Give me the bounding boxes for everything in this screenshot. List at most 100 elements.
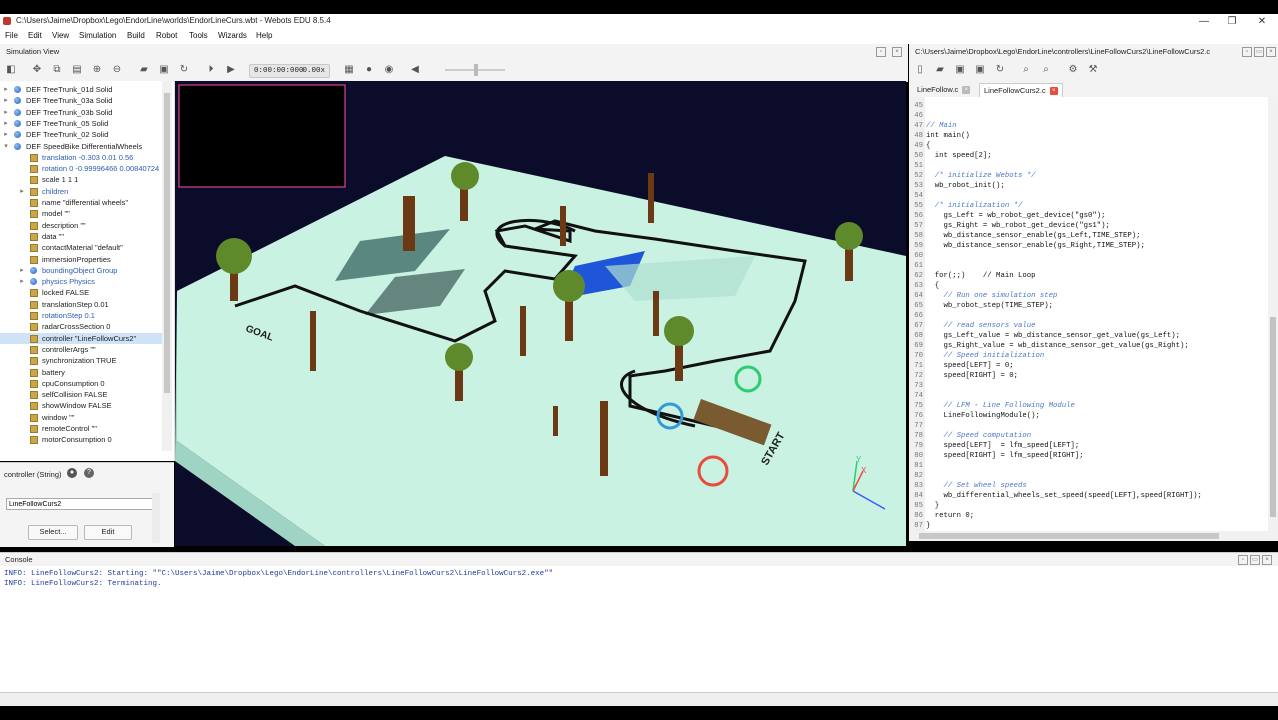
code-line[interactable]: 45 — [909, 101, 1269, 111]
code-line[interactable]: 72 speed[RIGHT] = 0; — [909, 371, 1269, 381]
code-line[interactable]: 71 speed[LEFT] = 0; — [909, 361, 1269, 371]
tree-item[interactable]: remoteControl "" — [0, 423, 170, 434]
code-line[interactable]: 60 — [909, 251, 1269, 261]
volume-slider-handle[interactable] — [474, 64, 478, 76]
maximize-button[interactable]: ❐ — [1220, 14, 1244, 29]
tree-item[interactable]: controller "LineFollowCurs2" — [0, 332, 170, 344]
code-line[interactable]: 65 wb_robot_step(TIME_STEP); — [909, 301, 1269, 311]
select-controller-button[interactable]: Select... — [28, 525, 78, 540]
code-line[interactable]: 74 — [909, 391, 1269, 401]
code-line[interactable]: 46 — [909, 111, 1269, 121]
new-file-icon[interactable]: ▯ — [913, 63, 927, 77]
tab-linefollow[interactable]: LineFollow.c × — [913, 83, 974, 96]
tree-item[interactable]: selfCollision FALSE — [0, 389, 170, 400]
code-line[interactable]: 68 gs_Left_value = wb_distance_sensor_ge… — [909, 331, 1269, 341]
code-line[interactable]: 76 LineFollowingModule(); — [909, 411, 1269, 421]
scene-tree-scroll-thumb[interactable] — [164, 93, 170, 393]
tree-item[interactable]: radarCrossSection 0 — [0, 321, 170, 332]
code-line[interactable]: 80 speed[RIGHT] = lfm_speed[RIGHT]; — [909, 451, 1269, 461]
tree-item[interactable]: data "" — [0, 231, 170, 242]
code-line[interactable]: 51 — [909, 161, 1269, 171]
editor-float-icon[interactable]: ▫ — [1242, 47, 1252, 57]
reload-world-icon[interactable]: ↻ — [177, 63, 191, 77]
tree-item[interactable]: ▸ DEF TreeTrunk_01d Solid — [0, 84, 170, 95]
code-line[interactable]: 69 gs_Right_value = wb_distance_sensor_g… — [909, 341, 1269, 351]
editor-close-icon[interactable]: × — [1266, 47, 1276, 57]
code-line[interactable]: 81 — [909, 461, 1269, 471]
save-file-icon[interactable]: ▣ — [953, 63, 967, 77]
scene-tree-scrollbar[interactable] — [162, 81, 172, 451]
tree-expand-arrow-icon[interactable]: ▾ — [2, 141, 10, 152]
tree-item[interactable]: synchronization TRUE — [0, 355, 170, 366]
record-animation-icon[interactable]: ● — [362, 63, 376, 77]
run-icon[interactable]: ▶ — [224, 63, 238, 77]
code-line[interactable]: 83 // Set wheel speeds — [909, 481, 1269, 491]
close-button[interactable]: ✕ — [1250, 14, 1274, 29]
tree-item[interactable]: contactMaterial "default" — [0, 242, 170, 253]
code-line[interactable]: 53 wb_robot_init(); — [909, 181, 1269, 191]
menu-tools[interactable]: Tools — [189, 31, 208, 40]
code-line[interactable]: 63 { — [909, 281, 1269, 291]
tree-item[interactable]: ▸ physics Physics — [0, 276, 170, 287]
tree-expand-arrow-icon[interactable]: ▸ — [18, 265, 26, 276]
tree-item[interactable]: translation -0.303 0.01 0.56 — [0, 152, 170, 163]
minimize-button[interactable]: — — [1192, 14, 1216, 29]
tree-item[interactable]: cpuConsumption 0 — [0, 378, 170, 389]
tree-item[interactable]: battery — [0, 367, 170, 378]
copy-icon[interactable]: ⧉ — [50, 63, 64, 77]
code-line[interactable]: 47// Main — [909, 121, 1269, 131]
save-as-icon[interactable]: ▣ — [973, 63, 987, 77]
build-gear-icon[interactable]: ⚙ — [1066, 63, 1080, 77]
tree-item[interactable]: translationStep 0.01 — [0, 299, 170, 310]
code-line[interactable]: 57 gs_Right = wb_robot_get_device("gs1")… — [909, 221, 1269, 231]
paste-icon[interactable]: ▤ — [70, 63, 84, 77]
save-world-icon[interactable]: ▣ — [157, 63, 171, 77]
replace-icon[interactable]: ⌕ — [1039, 63, 1053, 77]
menu-view[interactable]: View — [52, 31, 69, 40]
code-line[interactable]: 56 gs_Left = wb_robot_get_device("gs0"); — [909, 211, 1269, 221]
console-close-icon[interactable]: × — [1262, 555, 1272, 565]
tree-item[interactable]: window "" — [0, 412, 170, 423]
field-editor-scrollbar[interactable] — [152, 493, 160, 543]
code-line[interactable]: 67 // read sensors value — [909, 321, 1269, 331]
sound-icon[interactable]: ◀ — [408, 63, 422, 77]
code-horizontal-scroll-thumb[interactable] — [919, 533, 1219, 539]
code-line[interactable]: 48 int main() — [909, 131, 1269, 141]
help-icon[interactable]: ? — [84, 468, 94, 478]
editor-dock-icon[interactable]: ▭ — [1254, 47, 1264, 57]
tree-item[interactable]: ▸ boundingObject Group — [0, 265, 170, 276]
code-line[interactable]: 73 — [909, 381, 1269, 391]
tree-item[interactable]: description "" — [0, 220, 170, 231]
code-horizontal-scrollbar[interactable] — [909, 531, 1278, 541]
revert-icon[interactable]: ↻ — [993, 63, 1007, 77]
controller-name-input[interactable] — [6, 498, 154, 510]
code-line[interactable]: 78 // Speed computation — [909, 431, 1269, 441]
field-default-icon[interactable]: ● — [67, 468, 77, 478]
tree-item[interactable]: rotation 0 -0.99996466 0.00840724 — [0, 163, 170, 174]
find-icon[interactable]: ⌕ — [1019, 63, 1033, 77]
add-node-icon[interactable]: ⊕ — [90, 63, 104, 77]
close-panel-icon[interactable]: × — [892, 47, 902, 57]
code-line[interactable]: 54 — [909, 191, 1269, 201]
menu-wizards[interactable]: Wizards — [218, 31, 247, 40]
menu-simulation[interactable]: Simulation — [79, 31, 116, 40]
code-line[interactable]: 79 speed[LEFT] = lfm_speed[LEFT]; — [909, 441, 1269, 451]
toggle-scene-tree-icon[interactable]: ◧ — [4, 63, 18, 77]
console-float-icon[interactable]: ▫ — [1238, 555, 1248, 565]
clean-broom-icon[interactable]: ⚒ — [1086, 63, 1100, 77]
code-line[interactable]: 70 // Speed initialization — [909, 351, 1269, 361]
tab-close-icon[interactable]: × — [1049, 87, 1058, 96]
code-line[interactable]: 82 — [909, 471, 1269, 481]
code-line[interactable]: 58 wb_distance_sensor_enable(gs_Left,TIM… — [909, 231, 1269, 241]
tree-item[interactable]: ▸ DEF TreeTrunk_02 Solid — [0, 129, 170, 140]
menu-file[interactable]: File — [5, 31, 18, 40]
tree-item[interactable]: immersionProperties — [0, 254, 170, 265]
code-line[interactable]: 50 int speed[2]; — [909, 151, 1269, 161]
open-file-icon[interactable]: ▰ — [933, 63, 947, 77]
code-line[interactable]: 55 /* initialization */ — [909, 201, 1269, 211]
code-line[interactable]: 66 — [909, 311, 1269, 321]
tree-expand-arrow-icon[interactable]: ▸ — [18, 186, 26, 197]
menu-edit[interactable]: Edit — [28, 31, 42, 40]
tree-item[interactable]: ▸ DEF TreeTrunk_03b Solid — [0, 107, 170, 118]
code-vertical-scroll-thumb[interactable] — [1270, 317, 1276, 517]
